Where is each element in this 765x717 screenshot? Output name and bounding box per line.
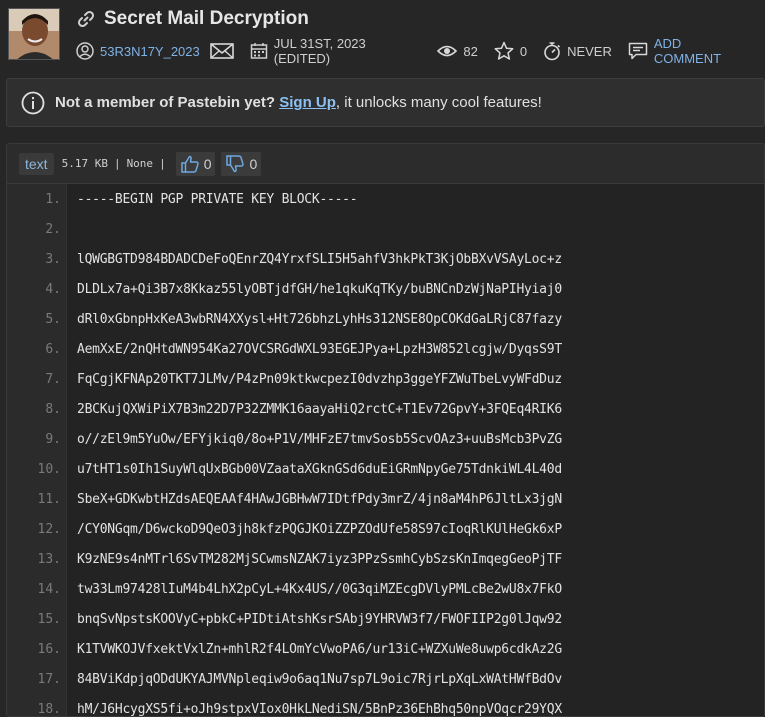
dislike-button[interactable]: 0 (221, 151, 262, 176)
line-number: 2. (45, 221, 61, 237)
signup-notice: Not a member of Pastebin yet? Sign Up, i… (6, 78, 765, 127)
line-text: hM/J6HcygXS5fi+oJh9stpxVIox0HkLNediSN/5B… (77, 701, 562, 717)
code-line: 17. 84BViKdpjqODdUKYAJMVNpleqiw9o6aq1Nu7s… (38, 664, 764, 694)
line-number: 14. (37, 581, 61, 597)
line-number: 11. (37, 491, 61, 507)
line-text: o//zEl9m5YuOw/EFYjkiq0/8o+P1V/MHFzE7tmvS… (77, 431, 562, 447)
notice-lead: Not a member of Pastebin yet? (55, 94, 276, 111)
line-number: 12. (37, 521, 61, 537)
code-line: 10. u7tHT1s0Ih1SuyWlqUxBGb00VZaataXGknGSd… (38, 454, 764, 484)
comment-icon[interactable] (628, 42, 648, 60)
thumbs-up-icon (180, 154, 200, 174)
code-line: 13. K9zNE9s4nMTrl6SvTM282MjSCwmsNZAK7iyz3… (38, 544, 764, 574)
author-link[interactable]: 53R3N17Y_2023 (100, 44, 200, 59)
dislike-count: 0 (249, 155, 258, 172)
star-count: 0 (519, 43, 528, 59)
line-number: 16. (37, 641, 61, 657)
view-count: 82 (463, 43, 478, 59)
separator: | (113, 157, 121, 170)
stopwatch-icon (543, 41, 561, 61)
line-number: 13. (37, 551, 61, 567)
line-number: 9. (45, 431, 61, 447)
code-line: 4. DLDLx7a+Qi3B7x8Kkaz55lyOBTjdfGH/he1qku… (45, 274, 764, 304)
line-number: 6. (45, 341, 61, 357)
like-count: 0 (203, 155, 212, 172)
line-number: 15. (37, 611, 61, 627)
line-text: SbeX+GDKwbtHZdsAEQEAAf4HAwJGBHwW7IDtfPdy… (77, 491, 562, 507)
code-toolbar: text 5.17 KB | None | 0 0 (7, 144, 764, 184)
line-number: 17. (37, 671, 61, 687)
user-icon (76, 42, 94, 60)
code-line: 12. /CY0NGqm/D6wckoD9QeO3jh8kfzPQGJKOiZZP… (38, 514, 764, 544)
code-line: 16. K1TVWKOJVfxektVxlZn+mhlR2f4LOmYcVwoPA… (38, 634, 764, 664)
line-text: dRl0xGbnpHxKeA3wbRN4XXysl+Ht726bhzLyhHs3… (77, 311, 562, 327)
line-number: 4. (45, 281, 61, 297)
line-text: tw33Lm97428lIuM4b4LhX2pCyL+4Kx4US//0G3qi… (77, 581, 562, 597)
line-text: DLDLx7a+Qi3B7x8Kkaz55lyOBTjdfGH/he1qkuKq… (77, 281, 562, 297)
line-text: /CY0NGqm/D6wckoD9QeO3jh8kfzPQGJKOiZZPZOd… (77, 521, 562, 537)
paste-title: Secret Mail Decryption (104, 8, 309, 29)
info-icon (21, 91, 45, 115)
line-text: AemXxE/2nQHtdWN954Ka27OVCSRGdWXL93EGEJPy… (77, 341, 562, 357)
code-line: 14. tw33Lm97428lIuM4b4LhX2pCyL+4Kx4US//0G… (38, 574, 764, 604)
eye-icon (437, 43, 458, 59)
line-text: 84BViKdpjqODdUKYAJMVNpleqiw9o6aq1Nu7sp7L… (77, 671, 562, 687)
code-panel: text 5.17 KB | None | 0 0 1. -----BEGIN P… (6, 143, 765, 717)
code-line: 7. FqCgjKFNAp20TKT7JLMv/P4zPn09ktkwcpezI0… (45, 364, 764, 394)
code-line: 6. AemXxE/2nQHtdWN954Ka27OVCSRGdWXL93EGEJ… (45, 334, 764, 364)
paste-date: JUL 31ST, 2023 (EDITED) (273, 36, 366, 66)
line-number: 7. (45, 371, 61, 387)
line-number: 3. (45, 251, 61, 267)
line-number: 1. (45, 191, 61, 207)
line-text: -----BEGIN PGP PRIVATE KEY BLOCK----- (77, 191, 358, 207)
code-line: 8. 2BCKujQXWiPiX7B3m22D7P32ZMMK16aayaHiQ2… (45, 394, 764, 424)
line-number: 10. (37, 461, 61, 477)
code-line: 11. SbeX+GDKwbtHZdsAEQEAAf4HAwJGBHwW7IDtf… (38, 484, 764, 514)
expiry: NEVER (567, 43, 612, 59)
notice-rest: , it unlocks many cool features! (335, 94, 542, 111)
line-number: 8. (45, 401, 61, 417)
code-line: 2. (45, 214, 764, 244)
link-icon (76, 9, 96, 29)
like-button[interactable]: 0 (175, 151, 216, 176)
code-line: 18. hM/J6HcygXS5fi+oJh9stpxVIox0HkLNediSN… (38, 694, 764, 717)
calendar-icon (250, 42, 268, 60)
line-text: u7tHT1s0Ih1SuyWlqUxBGb00VZaataXGknGSd6du… (77, 461, 562, 477)
mail-icon[interactable] (209, 42, 234, 60)
code-line: 1. -----BEGIN PGP PRIVATE KEY BLOCK----- (45, 184, 764, 214)
code-line: 9. o//zEl9m5YuOw/EFYjkiq0/8o+P1V/MHFzE7tm… (45, 424, 764, 454)
notice-text: Not a member of Pastebin yet? Sign Up, i… (55, 94, 542, 111)
code-line: 15. bnqSvNpstsKOOVyC+pbkC+PIDtiAtshKsrSAb… (38, 604, 764, 634)
code-line: 3. lQWGBGTD984BDADCDeFoQEnrZQ4YrxfSLI5H5a… (45, 244, 764, 274)
paste-header: Secret Mail Decryption 53R3N17Y_2023 JUL… (0, 0, 765, 70)
syntax-language[interactable]: text (19, 152, 54, 175)
line-text: K1TVWKOJVfxektVxlZn+mhlR2f4LOmYcVwoPA6/u… (77, 641, 562, 657)
line-text: 2BCKujQXWiPiX7B3m22D7P32ZMMK16aayaHiQ2rc… (77, 401, 562, 417)
star-icon[interactable] (494, 41, 514, 61)
line-text: K9zNE9s4nMTrl6SvTM282MjSCwmsNZAK7iyz3PPz… (77, 551, 562, 567)
line-text: FqCgjKFNAp20TKT7JLMv/P4zPn09ktkwcpezI0dv… (77, 371, 562, 387)
add-comment-link[interactable]: ADD COMMENT (654, 36, 749, 66)
line-number: 5. (45, 311, 61, 327)
code-line: 5. dRl0xGbnpHxKeA3wbRN4XXysl+Ht726bhzLyhH… (45, 304, 764, 334)
line-number: 18. (37, 701, 61, 717)
paste-size: 5.17 KB (61, 157, 108, 170)
avatar[interactable] (8, 8, 60, 60)
paste-category: None (126, 157, 154, 170)
thumbs-down-icon (225, 154, 245, 174)
line-text: bnqSvNpstsKOOVyC+pbkC+PIDtiAtshKsrSAbj9Y… (77, 611, 562, 627)
signup-link[interactable]: Sign Up (279, 94, 336, 111)
line-text: lQWGBGTD984BDADCDeFoQEnrZQ4YrxfSLI5H5ahf… (77, 251, 562, 267)
separator: | (159, 157, 166, 170)
code-area[interactable]: 1. -----BEGIN PGP PRIVATE KEY BLOCK----- … (38, 184, 764, 717)
